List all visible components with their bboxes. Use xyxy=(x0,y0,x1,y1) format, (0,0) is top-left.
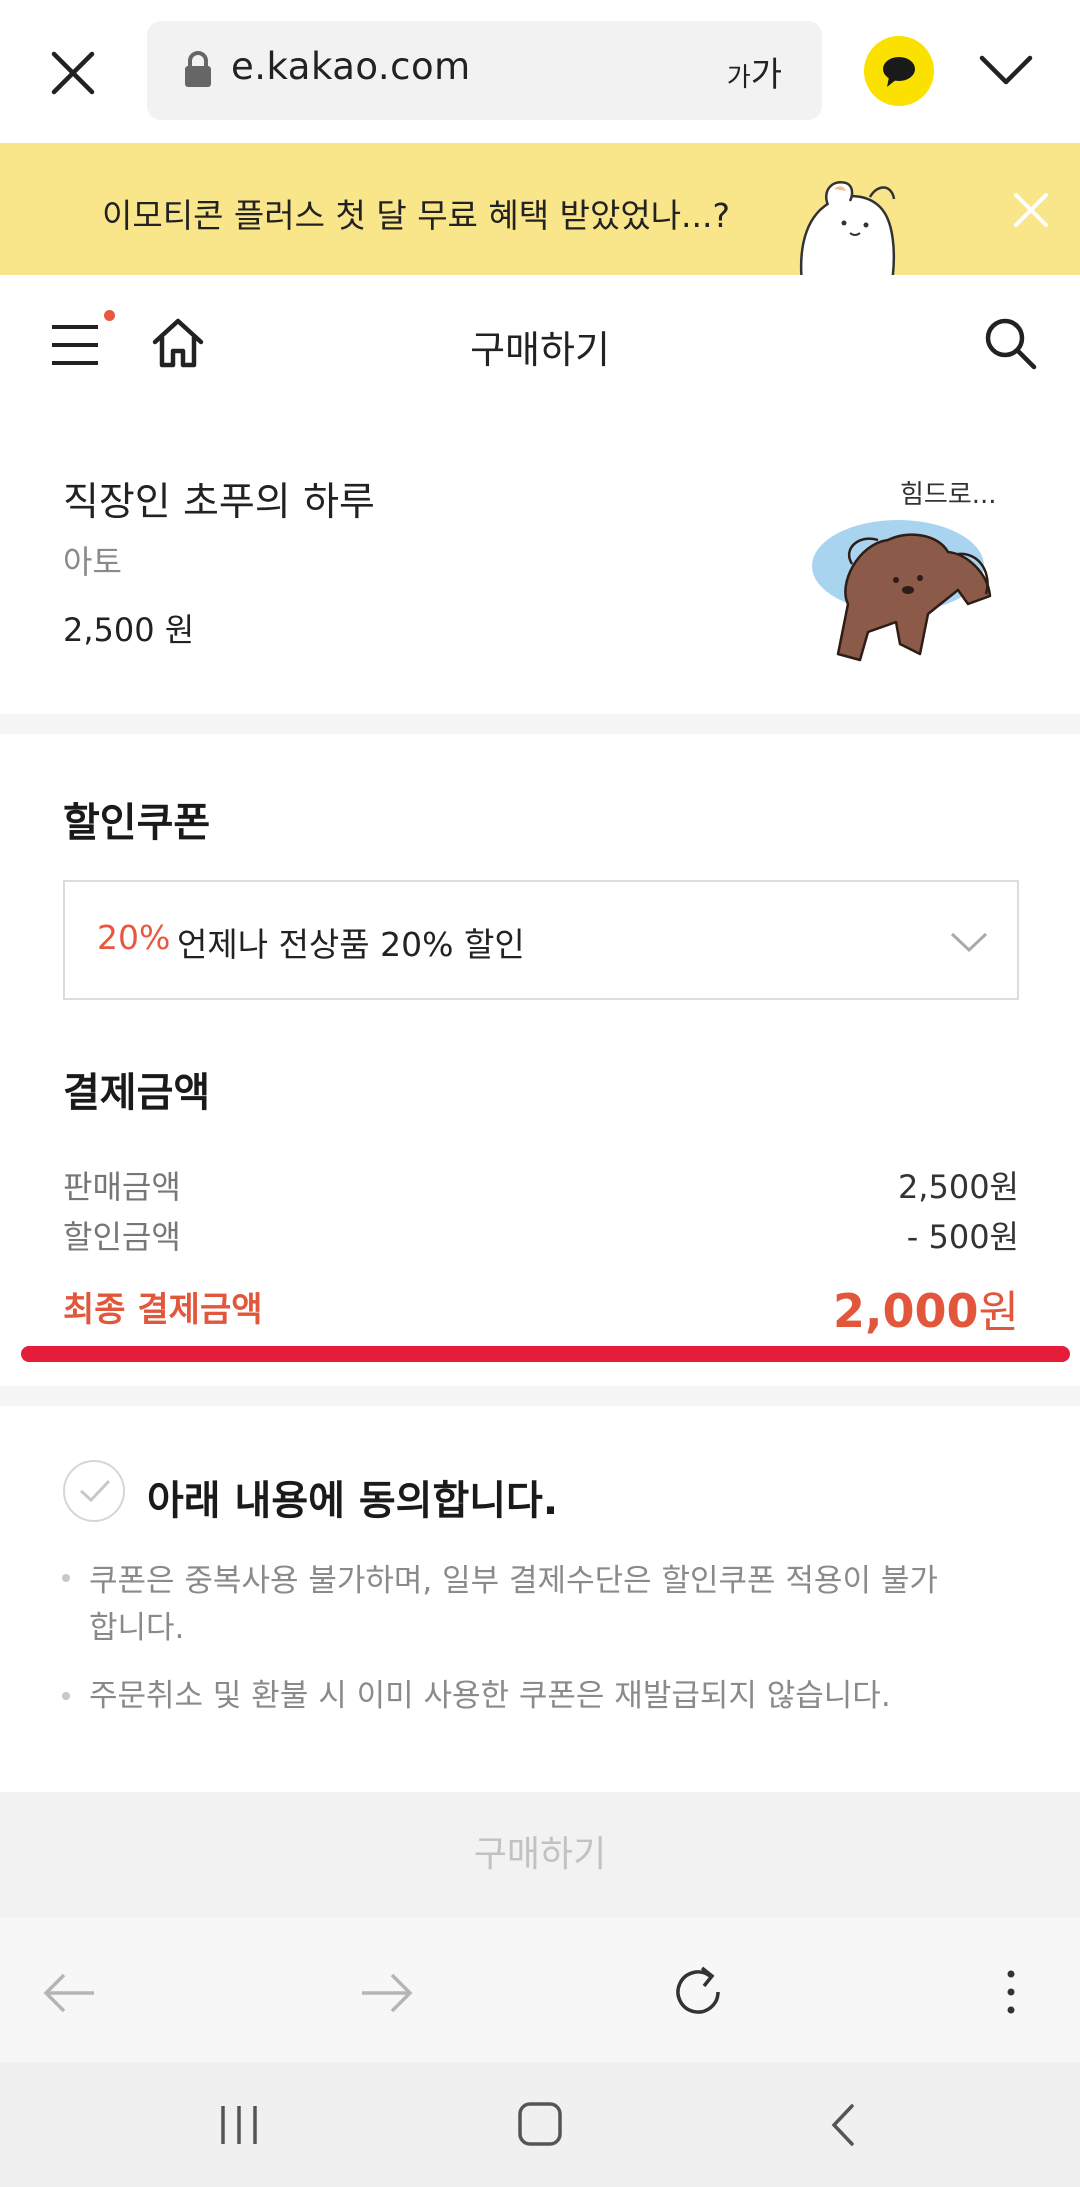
notice-item: 쿠폰은 중복사용 불가하며, 일부 결제수단은 할인쿠폰 적용이 불가합니다. xyxy=(89,1563,938,1646)
page: e.kakao.com 가가 이모티콘 플러스 첫 달 무료 혜택 받았었나..… xyxy=(0,0,1080,2187)
discount-amount-value: - 500원 xyxy=(906,1218,1019,1256)
reload-icon xyxy=(676,1966,720,2014)
arrow-left-icon xyxy=(43,1973,94,2013)
recent-apps-button[interactable] xyxy=(214,2102,264,2148)
search-icon xyxy=(985,318,1037,370)
recent-apps-icon xyxy=(221,2106,257,2144)
final-amount-unit: 원 xyxy=(978,1287,1019,1338)
close-icon xyxy=(1014,193,1048,227)
section-divider xyxy=(0,1386,1080,1406)
forward-button[interactable] xyxy=(356,1968,416,2018)
coupon-name: 언제나 전상품 20% 할인 xyxy=(177,925,525,964)
back-nav-button[interactable] xyxy=(824,2102,864,2148)
sale-amount-label: 판매금액 xyxy=(63,1168,181,1206)
final-amount: 2,000원 xyxy=(833,1276,1019,1340)
browser-bottom-toolbar xyxy=(0,1918,1080,2062)
search-button[interactable] xyxy=(982,315,1038,371)
final-amount-number: 2,000 xyxy=(833,1284,979,1338)
arrow-right-icon xyxy=(362,1973,413,2013)
product-title: 직장인 초푸의 하루 xyxy=(63,480,375,525)
url-text: e.kakao.com xyxy=(231,45,471,88)
page-title: 구매하기 xyxy=(470,328,610,372)
kakaotalk-button[interactable] xyxy=(864,36,934,106)
home-nav-button[interactable] xyxy=(516,2100,564,2148)
final-amount-label: 최종 결제금액 xyxy=(63,1290,263,1330)
chevron-down-icon xyxy=(950,932,988,953)
banner-text: 이모티콘 플러스 첫 달 무료 혜택 받았었나...? xyxy=(102,196,731,235)
close-tab-button[interactable] xyxy=(40,40,106,106)
highlight-underline xyxy=(21,1346,1070,1362)
app-header: 구매하기 xyxy=(0,275,1080,409)
product-info: 직장인 초푸의 하루 아토 2,500 원 힘드로... xyxy=(0,409,1080,714)
section-divider xyxy=(0,714,1080,734)
expand-menu-button[interactable] xyxy=(976,46,1036,96)
payment-section-title: 결제금액 xyxy=(63,1070,211,1116)
chat-bubble-icon xyxy=(883,57,915,87)
notice-item: 주문취소 및 환불 시 이미 사용한 쿠폰은 재발급되지 않습니다. xyxy=(89,1678,891,1714)
font-size-small-label: 가 xyxy=(726,63,751,93)
buy-button[interactable]: 구매하기 xyxy=(0,1792,1080,1918)
agree-checkbox[interactable] xyxy=(63,1460,125,1522)
address-bar[interactable]: e.kakao.com 가가 xyxy=(147,21,822,120)
browser-toolbar: e.kakao.com 가가 xyxy=(0,0,1080,143)
banner-close-button[interactable] xyxy=(1010,189,1052,231)
reload-button[interactable] xyxy=(668,1962,728,2022)
sticker-image xyxy=(812,520,992,662)
emoticon-thumbnail: 힘드로... xyxy=(808,464,1018,664)
system-navigation-bar xyxy=(0,2062,1080,2187)
chevron-down-icon xyxy=(979,55,1033,85)
home-square-icon xyxy=(518,2102,562,2146)
notice-bullet xyxy=(62,1574,70,1582)
more-options-button[interactable] xyxy=(996,1962,1026,2022)
mascot-image xyxy=(799,180,896,275)
checkmark-icon xyxy=(79,1479,111,1503)
back-button[interactable] xyxy=(40,1968,100,2018)
coupon-dropdown[interactable]: 20% 언제나 전상품 20% 할인 xyxy=(63,880,1019,1000)
promo-banner[interactable]: 이모티콘 플러스 첫 달 무료 혜택 받았었나...? xyxy=(0,143,1080,275)
discount-amount-label: 할인금액 xyxy=(63,1218,181,1256)
lock-icon xyxy=(185,51,211,87)
coupon-rate: 20% xyxy=(97,918,171,957)
coupon-section-title: 할인쿠폰 xyxy=(63,800,211,846)
font-size-button[interactable]: 가가 xyxy=(727,47,782,96)
chevron-left-icon xyxy=(831,2104,854,2146)
more-vertical-icon xyxy=(1007,1970,1015,2014)
font-size-large-label: 가 xyxy=(750,55,782,95)
product-price: 2,500 원 xyxy=(63,611,195,649)
close-icon xyxy=(51,51,95,95)
agree-title: 아래 내용에 동의합니다. xyxy=(147,1478,559,1524)
sale-amount-value: 2,500원 xyxy=(897,1168,1019,1206)
notice-bullet xyxy=(62,1692,70,1700)
product-author: 아토 xyxy=(63,543,122,581)
